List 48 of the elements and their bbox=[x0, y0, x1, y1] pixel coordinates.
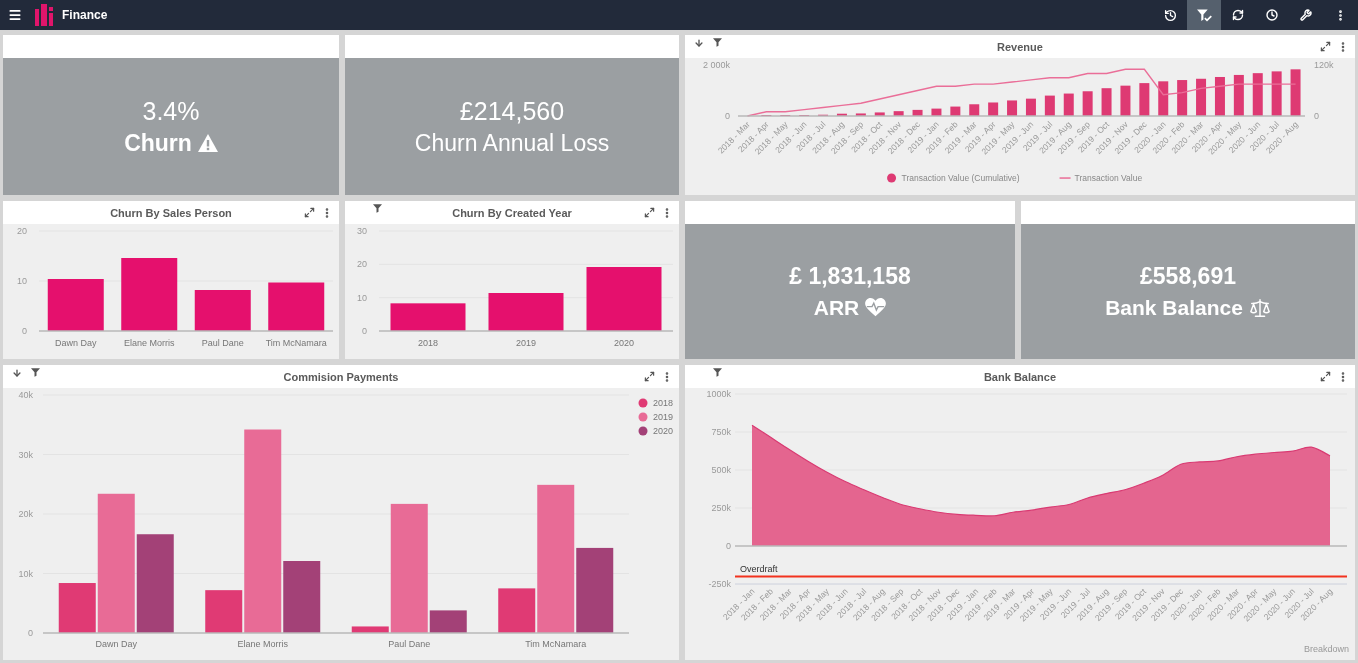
y-axis-label: 1000k bbox=[706, 389, 731, 399]
app-title: Finance bbox=[62, 8, 108, 22]
y-axis-label: 30 bbox=[357, 226, 367, 236]
y-axis-label: 750k bbox=[711, 427, 731, 437]
x-axis-label: 2018 bbox=[418, 338, 438, 348]
x-axis-label: Elane Morris bbox=[237, 639, 288, 649]
x-axis-label: 2020 bbox=[614, 338, 634, 348]
y-axis-label: 10 bbox=[357, 292, 367, 303]
panel-title: Commision Payments bbox=[283, 370, 399, 383]
kpi-label: Bank Balance bbox=[1105, 294, 1243, 321]
y-axis-label: 120k bbox=[1314, 60, 1334, 70]
y-axis-label: 250k bbox=[711, 503, 731, 513]
y-axis-label: 0 bbox=[1314, 111, 1319, 121]
y-axis-label: 0 bbox=[362, 326, 367, 336]
kpi-value: 3.4% bbox=[142, 96, 200, 125]
reference-line-label: Overdraft bbox=[740, 564, 778, 575]
x-axis-label: 2019 bbox=[516, 338, 536, 348]
x-axis-label: Paul Dane bbox=[201, 338, 244, 348]
y-axis-label: 0 bbox=[28, 628, 33, 638]
y-axis-label: 40k bbox=[18, 390, 33, 400]
y-axis-label: 0 bbox=[22, 326, 27, 336]
y-axis-label: 10 bbox=[17, 276, 27, 286]
panel-title: Churn By Sales Person bbox=[110, 206, 232, 219]
x-axis-label: Dawn Day bbox=[95, 639, 137, 649]
x-axis-label: Tim McNamara bbox=[525, 639, 587, 649]
y-axis-label: 500k bbox=[711, 465, 731, 475]
panel-title: Bank Balance bbox=[983, 370, 1057, 383]
y-axis-label: 2 000k bbox=[702, 60, 730, 70]
x-axis-label: Dawn Day bbox=[55, 338, 97, 348]
y-axis-label: -250k bbox=[708, 579, 731, 589]
y-axis-label: 20 bbox=[17, 226, 27, 236]
kpi-label: ARR bbox=[813, 294, 860, 321]
x-axis-label: Tim McNamara bbox=[265, 338, 327, 348]
x-axis-label: Paul Dane bbox=[388, 639, 431, 649]
panel-title: Revenue bbox=[997, 40, 1043, 53]
kpi-value: £ 1,831,158 bbox=[789, 261, 911, 290]
y-axis-label: 30k bbox=[18, 449, 33, 460]
kpi-label: Churn bbox=[124, 128, 192, 157]
kpi-value: £214,560 bbox=[459, 96, 565, 125]
y-axis-label: 10k bbox=[18, 568, 33, 579]
kpi-label: Churn Annual Loss bbox=[414, 128, 610, 157]
y-axis-label: 20 bbox=[357, 259, 367, 270]
panel-title: Churn By Created Year bbox=[452, 206, 572, 219]
y-axis-label: 0 bbox=[725, 111, 730, 121]
x-axis-label: Elane Morris bbox=[124, 338, 175, 348]
y-axis-label: 20k bbox=[18, 509, 33, 519]
kpi-value: £558,691 bbox=[1140, 261, 1236, 290]
y-axis-label: 0 bbox=[726, 541, 731, 551]
